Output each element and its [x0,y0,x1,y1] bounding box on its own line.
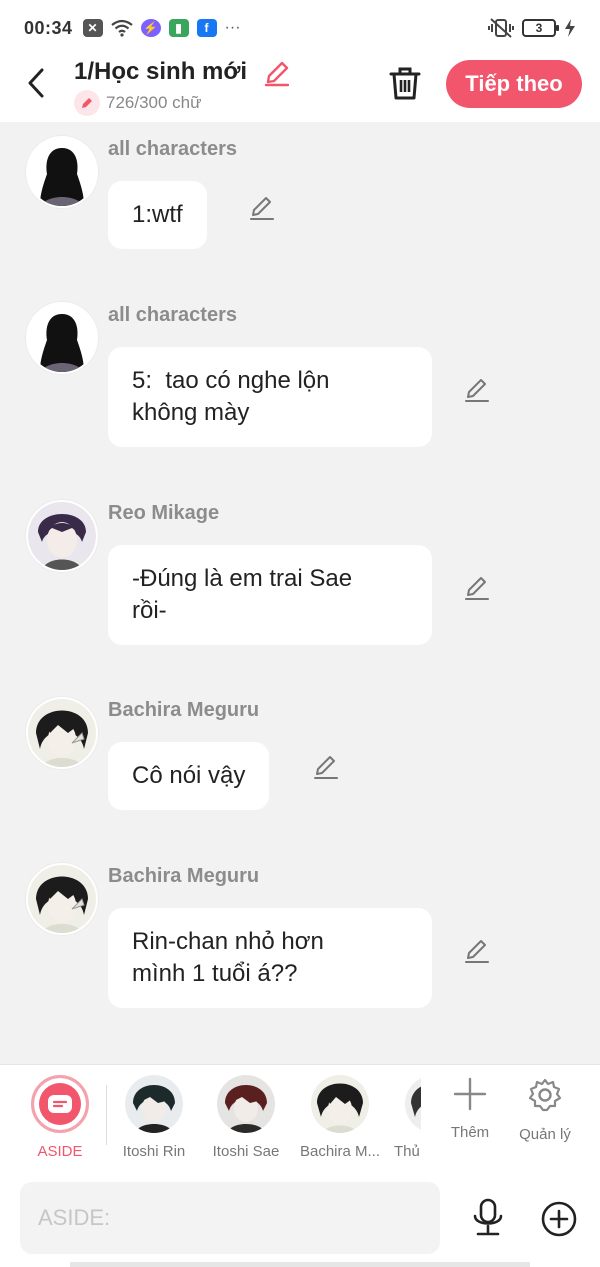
message-bubble[interactable]: -Đúng là em trai Sae rồi- [108,545,432,645]
status-bar: 00:34 ✕ ⚡ ▮ f ··· 3 [0,0,600,56]
edit-message-icon[interactable] [463,937,491,965]
sender-name: Reo Mikage [108,502,220,524]
status-time: 00:34 [24,17,73,38]
add-label: Thêm [450,1124,490,1141]
battery-level: 3 [535,21,543,35]
message-input[interactable] [20,1182,440,1254]
sender-name: all characters [108,138,237,160]
chat-editor-screen: 00:34 ✕ ⚡ ▮ f ··· 3 1/Học sinh mới 726/3… [0,0,600,1267]
manage-label: Quản lý [519,1126,571,1143]
page-title: 1/Học sinh mới [74,58,248,85]
character-thu[interactable]: Thủ [385,1075,421,1160]
charging-icon [565,19,575,37]
more-notifications-icon: ··· [224,19,241,36]
add-circle-icon[interactable] [540,1200,578,1238]
message-bubble[interactable]: 1:wtf [108,181,207,249]
trash-icon[interactable] [386,64,424,104]
character-aside[interactable]: ASIDE [15,1075,105,1160]
avatar [311,1075,369,1133]
gear-icon [528,1078,562,1112]
edit-message-icon[interactable] [463,574,491,602]
word-count-text: 726/300 chữ [106,93,202,112]
message-bubble[interactable]: Cô nói vậy [108,742,270,810]
edit-title-icon[interactable] [262,58,292,88]
back-arrow-icon[interactable] [22,66,52,100]
top-bar: 1/Học sinh mới 726/300 chữ Tiếp theo [0,56,600,122]
character-label: Thủ [394,1143,420,1160]
microphone-icon[interactable] [470,1198,506,1238]
sender-name: all characters [108,304,237,326]
divider [106,1085,107,1145]
character-label: Itoshi Rin [122,1143,186,1160]
gesture-bar [70,1262,530,1267]
app-icon: ▮ [168,19,189,37]
plus-icon [453,1077,487,1111]
add-character-button[interactable]: Thêm [435,1077,505,1141]
sender-name: Bachira Meguru [108,865,260,887]
avatar [405,1075,421,1133]
character-label: Itoshi Sae [212,1143,280,1160]
pencil-badge-icon [74,90,100,116]
notification-icons: ✕ ⚡ ▮ f ··· [82,19,241,37]
message-bubble[interactable]: Rin-chan nhỏ hơn mình 1 tuổi á?? [108,908,432,1008]
character-itoshi-sae[interactable]: Itoshi Sae [201,1075,291,1160]
avatar[interactable] [26,697,98,769]
aside-icon [31,1075,89,1133]
edit-message-icon[interactable] [248,194,276,222]
manage-characters-button[interactable]: Quản lý [510,1077,580,1143]
messenger-icon: ⚡ [140,19,161,37]
character-itoshi-rin[interactable]: Itoshi Rin [109,1075,199,1160]
character-label: Bachira M... [299,1143,381,1160]
notification-x-icon: ✕ [82,19,103,37]
next-button[interactable]: Tiếp theo [446,60,582,108]
word-counter: 726/300 chữ [74,90,202,116]
composer [0,1172,600,1267]
edit-message-icon[interactable] [312,753,340,781]
avatar[interactable] [26,136,98,208]
character-bar: ASIDE Itoshi Rin Itoshi Sae Bachira M...… [0,1064,600,1172]
facebook-icon: f [196,19,217,37]
message-bubble[interactable]: 5: tao có nghe lộn không mày [108,347,432,447]
vibrate-mute-icon [488,18,514,38]
character-label: ASIDE [37,1143,83,1160]
avatar[interactable] [26,863,98,935]
character-bachira-meguru[interactable]: Bachira M... [295,1075,385,1160]
avatar [125,1075,183,1133]
wifi-icon [110,19,133,37]
sender-name: Bachira Meguru [108,699,260,721]
avatar[interactable] [26,500,98,572]
battery-icon: 3 [522,19,559,37]
edit-message-icon[interactable] [463,376,491,404]
avatar [217,1075,275,1133]
avatar[interactable] [26,302,98,374]
status-right: 3 [488,17,576,39]
